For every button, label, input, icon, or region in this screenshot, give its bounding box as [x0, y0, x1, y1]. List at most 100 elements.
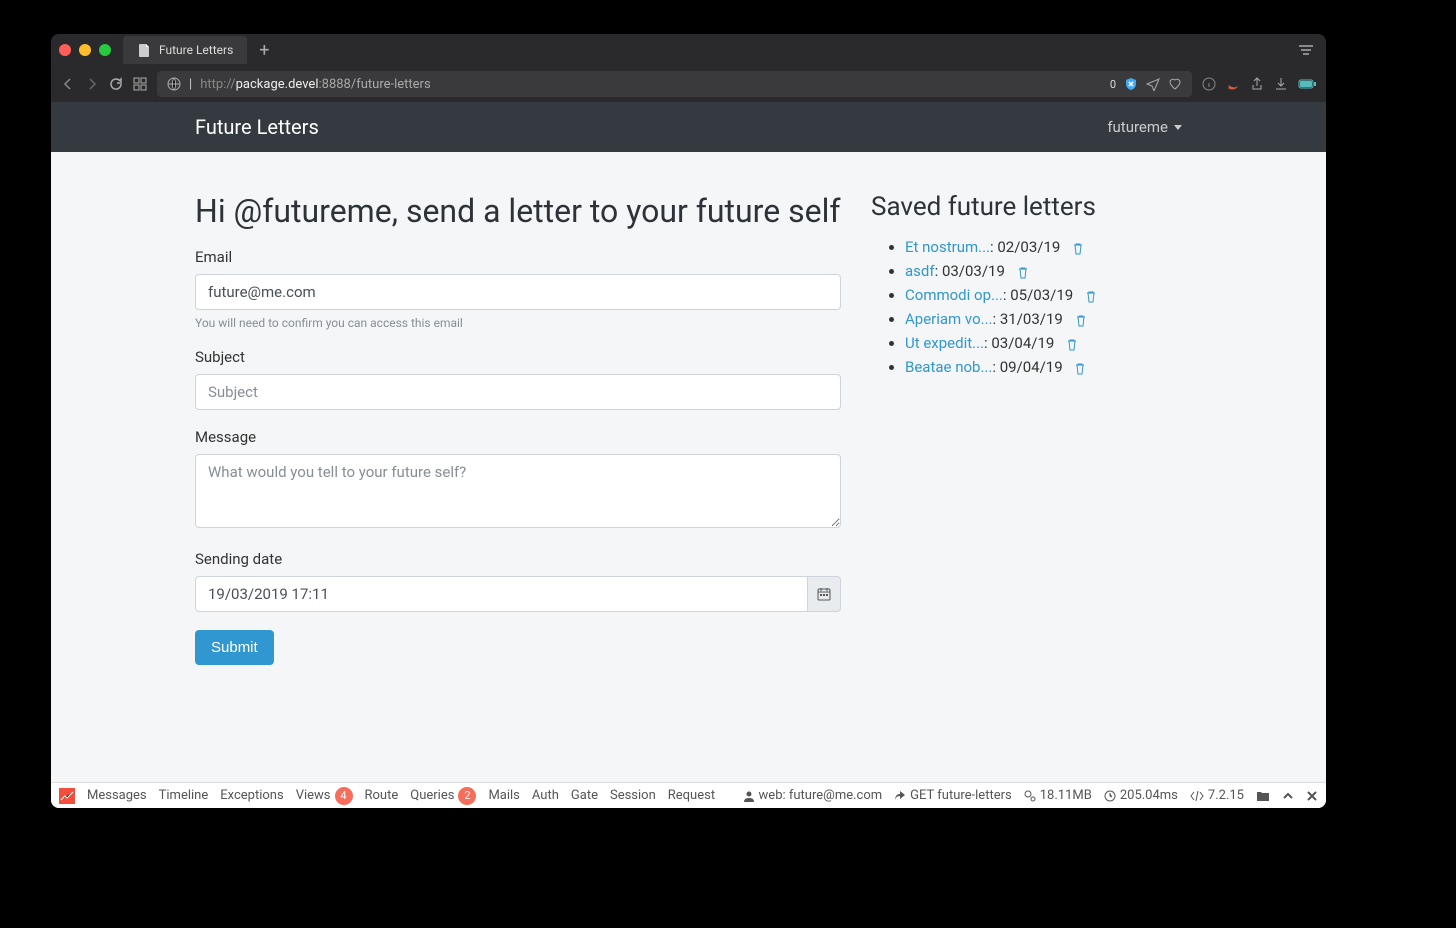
saved-item: asdf: 03/03/19 [905, 262, 1182, 280]
sending-date-field[interactable] [195, 576, 807, 612]
debug-tab-exceptions[interactable]: Exceptions [220, 788, 283, 803]
address-bar[interactable]: | http://package.devel:8888/future-lette… [157, 71, 1192, 97]
tab-menu-icon[interactable] [1294, 40, 1318, 60]
debug-tab-mails[interactable]: Mails [488, 788, 519, 803]
trash-icon[interactable] [1074, 362, 1086, 375]
new-tab-button[interactable]: + [259, 40, 269, 61]
user-icon [743, 790, 755, 802]
debug-tab-session[interactable]: Session [610, 788, 656, 803]
info-icon[interactable] [1202, 77, 1216, 91]
cogs-icon [1024, 790, 1036, 802]
debugbar-logo-icon[interactable] [59, 788, 75, 804]
email-help: You will need to confirm you can access … [195, 316, 841, 330]
window-minimize-button[interactable] [79, 44, 91, 56]
share-arrow-icon [894, 790, 906, 802]
message-label: Message [195, 428, 841, 446]
reload-button[interactable] [109, 77, 123, 91]
sending-date-group: Sending date [195, 550, 841, 612]
user-menu-label: futureme [1107, 118, 1168, 136]
saved-item-date: 09/04/19 [1000, 358, 1063, 376]
saved-item-link[interactable]: Aperiam vo... [905, 310, 993, 328]
debug-tab-route[interactable]: Route [365, 788, 399, 803]
debug-php[interactable]: 7.2.15 [1190, 788, 1244, 803]
debug-tab-auth[interactable]: Auth [532, 788, 559, 803]
calendar-icon [817, 587, 831, 601]
debug-bar: Messages Timeline Exceptions Views4 Rout… [51, 782, 1326, 808]
debug-memory[interactable]: 18.11MB [1024, 788, 1092, 803]
toolbar-icons [1202, 77, 1316, 91]
content-area: Future Letters futureme Hi @futureme, se… [51, 102, 1326, 808]
battery-icon[interactable] [1298, 79, 1316, 89]
subject-group: Subject [195, 348, 841, 410]
saved-column: Saved future letters Et nostrum...: 02/0… [871, 192, 1182, 782]
saved-item-link[interactable]: asdf [905, 262, 935, 280]
email-label: Email [195, 248, 841, 266]
calendar-button[interactable] [807, 576, 841, 612]
saved-list: Et nostrum...: 02/03/19 asdf: 03/03/19 C… [871, 238, 1182, 376]
trash-icon[interactable] [1017, 266, 1029, 279]
message-group: Message [195, 428, 841, 532]
debug-close-icon[interactable] [1306, 790, 1318, 802]
page-body: Hi @futureme, send a letter to your futu… [51, 152, 1326, 782]
separator: | [189, 77, 192, 92]
browser-window: Future Letters + | http://package.devel:… [51, 34, 1326, 808]
trash-icon[interactable] [1075, 314, 1087, 327]
site-info-icon[interactable] [167, 77, 181, 91]
saved-item-link[interactable]: Et nostrum... [905, 238, 990, 256]
debug-right: web: future@me.com GET future-letters 18… [743, 788, 1318, 803]
saved-item-link[interactable]: Beatae nob... [905, 358, 992, 376]
shield-icon[interactable] [1124, 77, 1138, 91]
saved-item: Commodi op...: 05/03/19 [905, 286, 1182, 304]
heart-icon[interactable] [1168, 77, 1182, 91]
debug-tab-views[interactable]: Views4 [296, 787, 353, 805]
subject-field[interactable] [195, 374, 841, 410]
download-icon[interactable] [1274, 77, 1288, 91]
debug-folder-icon[interactable] [1256, 790, 1270, 802]
debug-collapse-icon[interactable] [1282, 790, 1294, 802]
saved-item: Beatae nob...: 09/04/19 [905, 358, 1182, 376]
saved-item-link[interactable]: Ut expedit... [905, 334, 984, 352]
url-text: http://package.devel:8888/future-letters [200, 77, 430, 92]
trash-icon[interactable] [1072, 242, 1084, 255]
address-bar-row: | http://package.devel:8888/future-lette… [51, 66, 1326, 102]
saved-item-link[interactable]: Commodi op... [905, 286, 1003, 304]
saved-item-date: 02/03/19 [997, 238, 1060, 256]
saved-item: Aperiam vo...: 31/03/19 [905, 310, 1182, 328]
message-field[interactable] [195, 454, 841, 528]
debug-user[interactable]: web: future@me.com [743, 788, 883, 803]
send-icon[interactable] [1146, 77, 1160, 91]
debug-time[interactable]: 205.04ms [1104, 788, 1178, 803]
tab-bar: Future Letters + [51, 34, 1326, 66]
saved-item-date: 03/03/19 [942, 262, 1005, 280]
user-menu[interactable]: futureme [1107, 118, 1182, 136]
browser-tab[interactable]: Future Letters [123, 36, 247, 64]
debug-tab-gate[interactable]: Gate [571, 788, 598, 803]
email-field[interactable] [195, 274, 841, 310]
debug-tab-messages[interactable]: Messages [87, 788, 147, 803]
saved-title: Saved future letters [871, 192, 1182, 222]
trash-icon[interactable] [1085, 290, 1097, 303]
page-title: Hi @futureme, send a letter to your futu… [195, 192, 841, 230]
subject-label: Subject [195, 348, 841, 366]
forward-button[interactable] [85, 77, 99, 91]
grid-icon[interactable] [133, 77, 147, 91]
email-group: Email You will need to confirm you can a… [195, 248, 841, 330]
traffic-lights [59, 44, 111, 56]
clock-icon [1104, 790, 1116, 802]
debug-tab-timeline[interactable]: Timeline [159, 788, 209, 803]
debug-tab-request[interactable]: Request [668, 788, 715, 803]
tab-title: Future Letters [159, 43, 233, 57]
form-column: Hi @futureme, send a letter to your futu… [195, 192, 841, 782]
trash-icon[interactable] [1066, 338, 1078, 351]
chevron-down-icon [1174, 125, 1182, 130]
saved-item-date: 05/03/19 [1010, 286, 1073, 304]
window-maximize-button[interactable] [99, 44, 111, 56]
brand[interactable]: Future Letters [195, 115, 319, 139]
debug-route[interactable]: GET future-letters [894, 788, 1012, 803]
submit-button[interactable]: Submit [195, 630, 274, 665]
back-button[interactable] [61, 77, 75, 91]
debug-tab-queries[interactable]: Queries2 [410, 787, 476, 805]
window-close-button[interactable] [59, 44, 71, 56]
share-icon[interactable] [1250, 77, 1264, 91]
swift-icon[interactable] [1226, 77, 1240, 91]
